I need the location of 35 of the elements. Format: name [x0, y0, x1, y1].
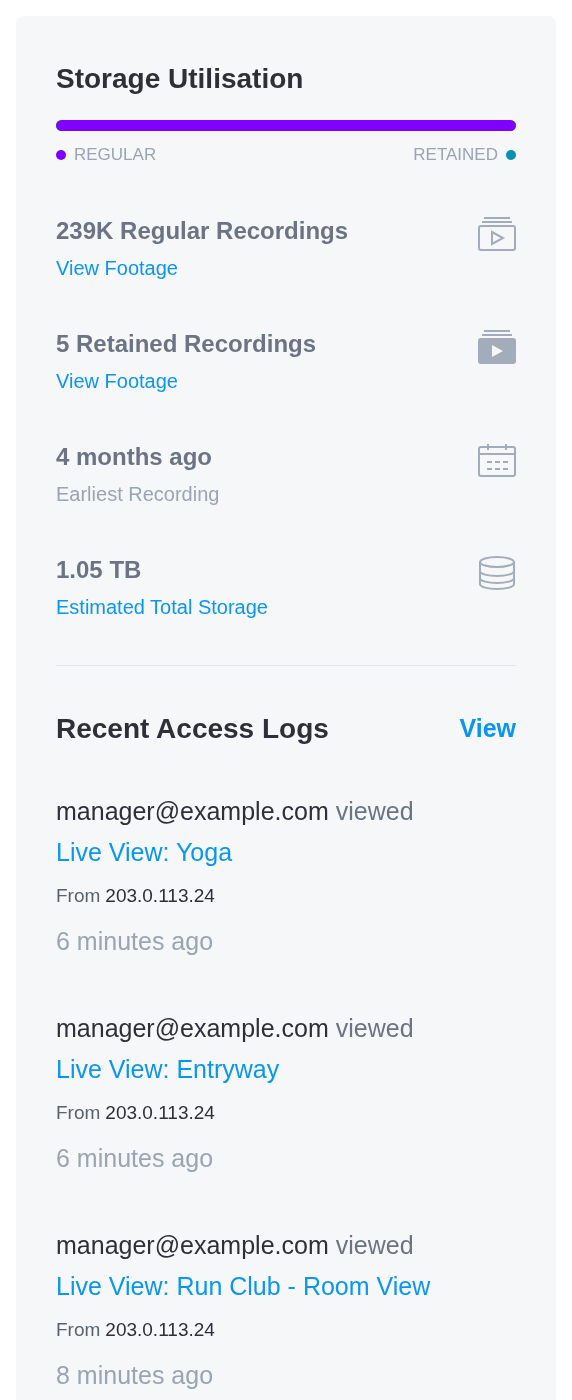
- view-link[interactable]: View Footage: [56, 369, 178, 393]
- database-icon: [478, 555, 516, 590]
- stat-value: 4 months ago: [56, 442, 213, 471]
- legend-label: REGULAR: [74, 144, 157, 165]
- ip-address: 203.0.113.24: [105, 1102, 215, 1125]
- from-label: From: [56, 1319, 101, 1342]
- log-time: 8 minutes ago: [56, 1361, 215, 1391]
- from-label: From: [56, 1102, 101, 1125]
- calendar-icon: [478, 442, 516, 477]
- stat-caption: Earliest Recording: [56, 482, 220, 506]
- stat-value: 239K Regular Recordings: [56, 216, 349, 245]
- action-text: viewed: [335, 1014, 414, 1044]
- section-title: Recent Access Logs: [56, 711, 329, 746]
- section-title: Storage Utilisation: [56, 62, 305, 96]
- camera-link[interactable]: Live View: Yoga: [56, 838, 233, 868]
- view-link[interactable]: View: [459, 713, 516, 743]
- view-link[interactable]: Estimated Total Storage: [56, 595, 268, 619]
- user-email: manager@example.com: [56, 1014, 329, 1044]
- camera-link[interactable]: Live View: Entryway: [56, 1055, 280, 1085]
- stat-value: 1.05 TB: [56, 555, 143, 584]
- log-time: 6 minutes ago: [56, 927, 215, 957]
- video-stack-icon: [478, 329, 516, 364]
- view-link[interactable]: View Footage: [56, 256, 178, 280]
- ip-address: 203.0.113.24: [105, 885, 215, 908]
- camera-link[interactable]: Live View: Run Club - Room View: [56, 1272, 431, 1302]
- legend-label: RETAINED: [413, 144, 498, 165]
- user-email: manager@example.com: [56, 797, 329, 827]
- stat-value: 5 Retained Recordings: [56, 329, 317, 358]
- video-stack-icon: [478, 216, 516, 251]
- user-email: manager@example.com: [56, 1231, 329, 1261]
- action-text: viewed: [335, 797, 414, 827]
- ip-address: 203.0.113.24: [105, 1319, 215, 1342]
- log-time: 6 minutes ago: [56, 1144, 215, 1174]
- from-label: From: [56, 885, 101, 908]
- action-text: viewed: [335, 1231, 414, 1261]
